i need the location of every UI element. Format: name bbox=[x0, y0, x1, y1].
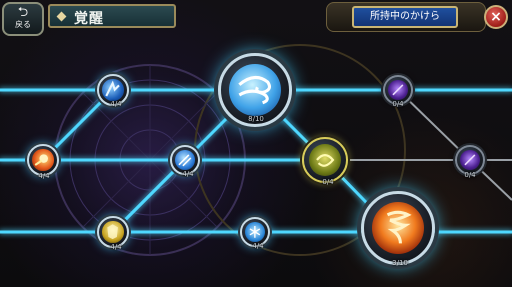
header: ⮌ 戻る 覚醒 bbox=[0, 0, 184, 36]
blue-comet-icon bbox=[178, 154, 192, 167]
wind-swirl-icon bbox=[238, 76, 272, 105]
skill-node-fire-tornado[interactable] bbox=[361, 191, 435, 265]
fire-orb-icon bbox=[34, 154, 49, 167]
node-progress: 3/10 bbox=[392, 259, 408, 267]
title-plate: 覚醒 bbox=[48, 4, 176, 28]
owned-fragments-button[interactable]: 所持中のかけら bbox=[352, 6, 458, 28]
node-progress: 4/4 bbox=[110, 243, 122, 251]
node-progress: 0/4 bbox=[392, 100, 404, 108]
back-button[interactable]: ⮌ 戻る bbox=[2, 2, 44, 36]
node-progress: 4/4 bbox=[182, 170, 194, 178]
golden-shield-icon bbox=[107, 224, 119, 240]
skill-node-yellow-swirl[interactable] bbox=[302, 137, 348, 183]
node-progress: 4/4 bbox=[110, 100, 122, 108]
fire-tornado-icon bbox=[386, 210, 412, 244]
page-title: 覚醒 bbox=[74, 11, 104, 27]
diamond-icon bbox=[56, 11, 67, 22]
node-progress: 0/4 bbox=[322, 178, 334, 186]
back-button-label: 戻る bbox=[15, 20, 31, 29]
close-button[interactable]: × bbox=[484, 5, 508, 29]
node-progress: 4/4 bbox=[38, 172, 50, 180]
purple-comet-icon bbox=[392, 84, 404, 96]
snowflake-icon bbox=[249, 226, 261, 238]
yellow-swirl-icon bbox=[316, 154, 335, 167]
purple-comet-icon bbox=[464, 154, 476, 166]
node-progress: 8/10 bbox=[248, 115, 264, 123]
blue-tornado-icon bbox=[105, 80, 121, 97]
node-progress: 0/4 bbox=[464, 171, 476, 179]
node-progress: 4/4 bbox=[252, 242, 264, 250]
return-arrow-icon: ⮌ bbox=[17, 5, 29, 20]
awakening-screen: 4/4 4/4 4/4 4/4 8/10 4/4 0/4 0/4 0/4 3/1… bbox=[0, 0, 512, 287]
close-x-icon: × bbox=[490, 9, 502, 25]
